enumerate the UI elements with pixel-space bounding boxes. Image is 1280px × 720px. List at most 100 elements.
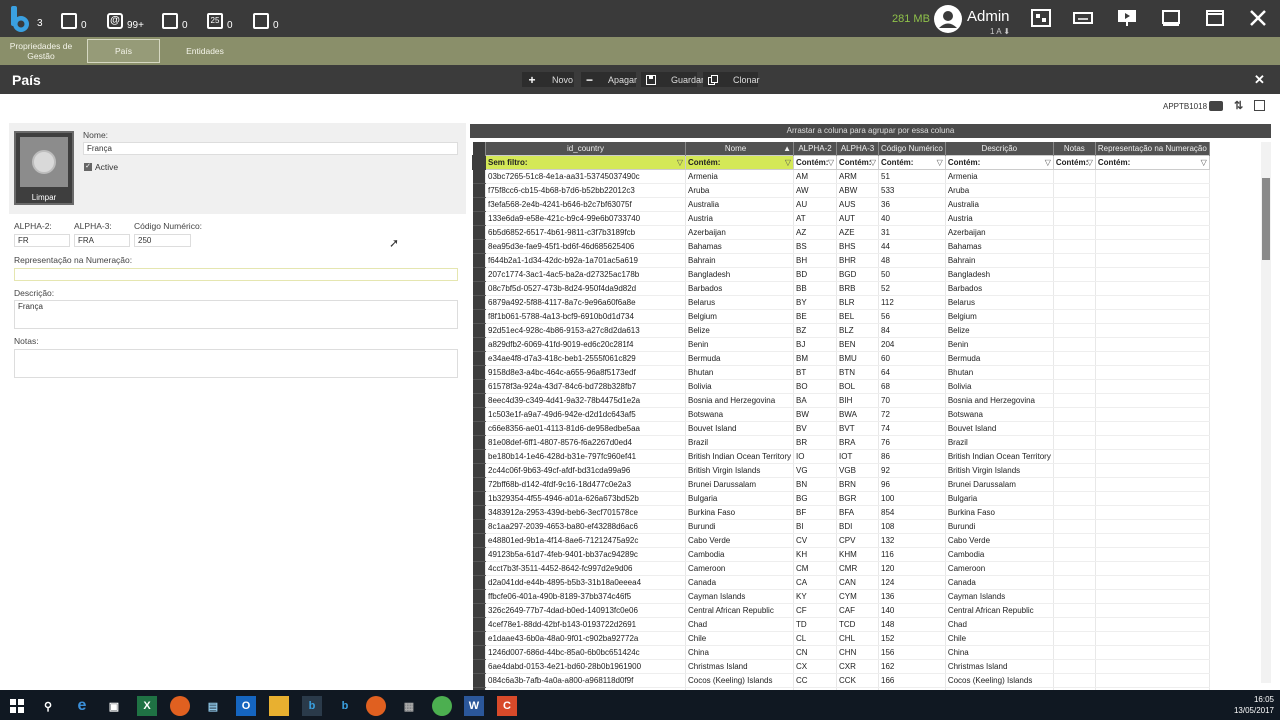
table-cell[interactable]: 92d51ec4-928c-4b86-9153-a27c8d2da613 (485, 323, 686, 338)
table-cell[interactable]: 124 (878, 575, 946, 590)
table-cell[interactable]: 72 (878, 407, 946, 422)
chrome-icon[interactable] (432, 696, 452, 716)
table-row[interactable]: 084c6a3b-7afb-4a0a-a800-a968118d0f9f Coco… (472, 673, 1210, 688)
table-cell[interactable]: AM (793, 169, 838, 184)
table-cell[interactable]: Benin (945, 337, 1054, 352)
table-cell[interactable] (1053, 393, 1096, 408)
table-cell[interactable]: Aruba (945, 183, 1054, 198)
app-logo[interactable] (8, 4, 34, 34)
table-cell[interactable] (1053, 183, 1096, 198)
row-selector[interactable] (472, 477, 486, 492)
table-row[interactable]: e34ae4f8-d7a3-418c-beb1-2555f061c829 Berm… (472, 351, 1210, 366)
table-row[interactable]: f8f1b061-5788-4a13-bcf9-6910b0d1d734 Belg… (472, 309, 1210, 324)
close-app-icon[interactable] (1248, 9, 1268, 27)
table-cell[interactable] (1053, 603, 1096, 618)
table-cell[interactable]: Cayman Islands (945, 589, 1054, 604)
table-cell[interactable]: CCK (836, 673, 880, 688)
table-cell[interactable]: Chile (685, 631, 795, 646)
table-cell[interactable]: Cocos (Keeling) Islands (685, 673, 795, 688)
table-cell[interactable]: 60 (878, 351, 946, 366)
table-cell[interactable] (1095, 449, 1210, 464)
table-cell[interactable]: Bangladesh (945, 267, 1054, 282)
table-cell[interactable]: Bhutan (685, 365, 795, 380)
table-cell[interactable]: Belize (945, 323, 1054, 338)
table-cell[interactable]: CAN (836, 575, 880, 590)
minimize-icon[interactable] (1161, 9, 1181, 27)
table-cell[interactable]: KHM (836, 547, 880, 562)
table-cell[interactable]: Bermuda (685, 351, 795, 366)
table-cell[interactable]: 3483912a-2953-439d-beb6-3ecf701578ce (485, 505, 686, 520)
table-row[interactable]: e1daae43-6b0a-48a0-9f01-c902ba92772a Chil… (472, 631, 1210, 646)
table-cell[interactable] (1053, 407, 1096, 422)
table-cell[interactable] (1053, 379, 1096, 394)
row-selector[interactable] (472, 519, 486, 534)
table-cell[interactable]: 1b329354-4f55-4946-a01a-626a673bd52b (485, 491, 686, 506)
table-cell[interactable]: BZ (793, 323, 838, 338)
table-cell[interactable] (1053, 253, 1096, 268)
table-cell[interactable]: BDI (836, 519, 880, 534)
row-selector[interactable] (472, 253, 486, 268)
table-cell[interactable] (1095, 435, 1210, 450)
table-cell[interactable]: CA (793, 575, 838, 590)
table-cell[interactable]: BM (793, 351, 838, 366)
table-row[interactable]: 03bc7265-51c8-4e1a-aa31-53745037490c Arme… (472, 169, 1210, 184)
table-cell[interactable]: Australia (945, 197, 1054, 212)
table-cell[interactable]: 132 (878, 533, 946, 548)
table-row[interactable]: a829dfb2-6069-41fd-9019-ed6c20c281f4 Beni… (472, 337, 1210, 352)
table-cell[interactable]: AZE (836, 225, 880, 240)
table-cell[interactable] (1095, 323, 1210, 338)
table-cell[interactable]: Bulgaria (685, 491, 795, 506)
table-cell[interactable]: BEN (836, 337, 880, 352)
table-row[interactable]: be180b14-1e46-428d-b31e-797fc960ef41 Brit… (472, 449, 1210, 464)
table-cell[interactable] (1095, 575, 1210, 590)
table-row[interactable]: 6879a492-5f88-4117-8a7c-9e96a60f6a8e Bela… (472, 295, 1210, 310)
table-cell[interactable] (1053, 617, 1096, 632)
close-page-icon[interactable]: ✕ (1254, 72, 1265, 88)
table-cell[interactable]: BIH (836, 393, 880, 408)
table-cell[interactable] (1053, 169, 1096, 184)
table-cell[interactable]: CYM (836, 589, 880, 604)
table-cell[interactable]: 112 (878, 295, 946, 310)
user-avatar-icon[interactable] (934, 5, 962, 33)
table-cell[interactable]: 108 (878, 519, 946, 534)
table-cell[interactable]: BS (793, 239, 838, 254)
table-cell[interactable]: BV (793, 421, 838, 436)
table-cell[interactable]: 140 (878, 603, 946, 618)
table-cell[interactable]: Bosnia and Herzegovina (685, 393, 795, 408)
table-cell[interactable]: 08c7bf5d-0527-473b-8d24-950f4da9d82d (485, 281, 686, 296)
row-selector[interactable] (472, 421, 486, 436)
table-cell[interactable]: 1246d007-686d-44bc-85a0-6b0bc651424c (485, 645, 686, 660)
table-row[interactable]: d2a041dd-e44b-4895-b5b3-31b18a0eeea4 Cana… (472, 575, 1210, 590)
column-header[interactable]: id_country (485, 142, 686, 156)
table-cell[interactable]: BOL (836, 379, 880, 394)
table-row[interactable]: 92d51ec4-928c-4b86-9153-a27c8d2da613 Beli… (472, 323, 1210, 338)
row-selector[interactable] (472, 617, 486, 632)
table-cell[interactable]: 31 (878, 225, 946, 240)
table-cell[interactable]: f3efa568-2e4b-4241-b646-b2c7bf63075f (485, 197, 686, 212)
table-row[interactable]: 1b329354-4f55-4946-a01a-626a673bd52b Bulg… (472, 491, 1210, 506)
table-cell[interactable]: 48 (878, 253, 946, 268)
table-cell[interactable]: 76 (878, 435, 946, 450)
table-cell[interactable]: 084c6a3b-7afb-4a0a-a800-a968118d0f9f (485, 673, 686, 688)
table-cell[interactable]: KH (793, 547, 838, 562)
layout-icon[interactable] (1031, 9, 1051, 27)
table-cell[interactable]: 49123b5a-61d7-4feb-9401-bb37ac94289c (485, 547, 686, 562)
new-button[interactable]: + Novo (522, 72, 574, 87)
table-cell[interactable]: BHS (836, 239, 880, 254)
table-cell[interactable]: 86 (878, 449, 946, 464)
row-selector[interactable] (472, 337, 486, 352)
notes-field[interactable] (14, 349, 458, 378)
table-row[interactable]: f3efa568-2e4b-4241-b646-b2c7bf63075f Aust… (472, 197, 1210, 212)
table-cell[interactable]: Azerbaijan (685, 225, 795, 240)
table-cell[interactable] (1053, 281, 1096, 296)
table-cell[interactable]: Aruba (685, 183, 795, 198)
date-icon[interactable]: 25 0 (207, 7, 233, 31)
table-cell[interactable]: BI (793, 519, 838, 534)
table-cell[interactable]: 40 (878, 211, 946, 226)
table-cell[interactable] (1095, 673, 1210, 688)
table-cell[interactable] (1095, 309, 1210, 324)
presentation-icon[interactable] (1117, 9, 1137, 27)
row-selector[interactable] (472, 407, 486, 422)
table-cell[interactable] (1095, 393, 1210, 408)
table-cell[interactable]: 68 (878, 379, 946, 394)
